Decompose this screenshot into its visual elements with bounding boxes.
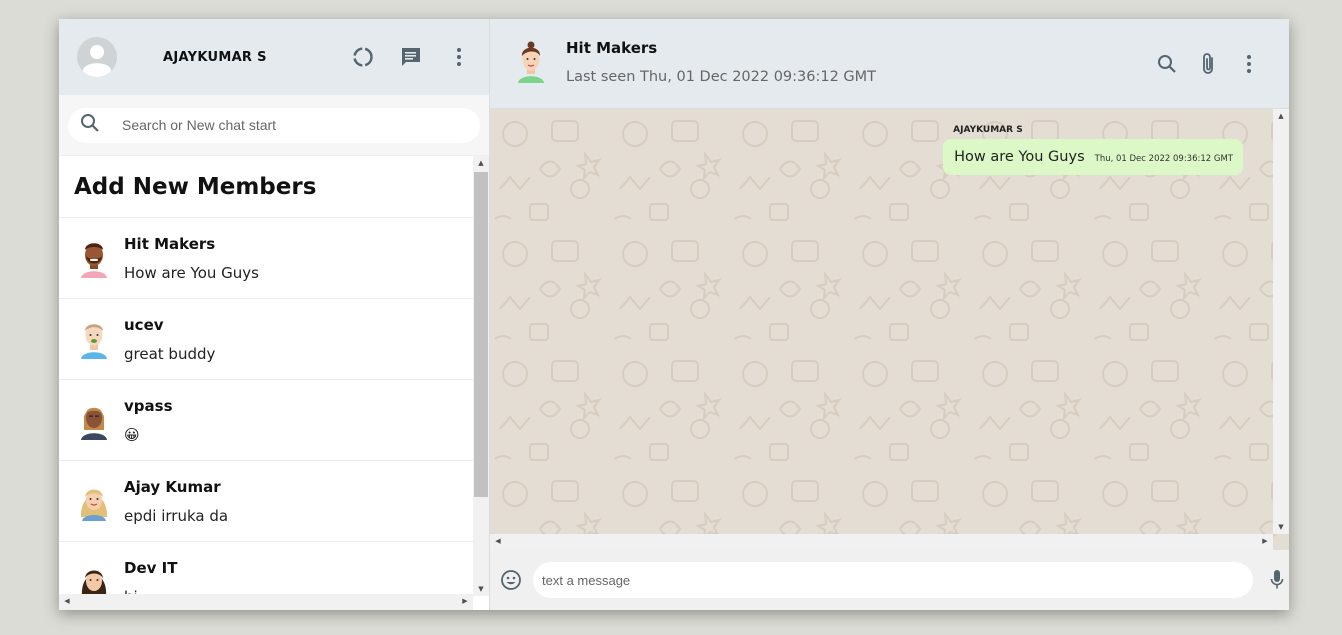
emoji-icon[interactable] [499,568,523,592]
scrollbar-thumb[interactable] [474,172,488,497]
message-timestamp: Thu, 01 Dec 2022 09:36:12 GMT [1094,154,1233,164]
avatar-woman-dark [76,395,112,445]
avatar-young-man [76,314,112,364]
avatar-woman-blonde [76,476,112,526]
chat-last-message: 😀 [124,426,140,444]
more-vert-icon[interactable] [1237,52,1261,76]
user-name: AJAYKUMAR S [163,49,267,65]
message-text: How are You Guys [954,149,1085,165]
chat-last-message: great buddy [124,345,216,363]
scroll-down-arrow-icon[interactable]: ▼ [1273,523,1289,531]
chat-name: vpass [124,397,173,415]
conversation-panel: Hit Makers Last seen Thu, 01 Dec 2022 09… [490,19,1289,610]
scroll-up-arrow-icon[interactable]: ▲ [473,159,489,167]
chat-name: ucev [124,316,164,334]
message-sender: AJAYKUMAR S [953,125,1023,135]
chat-list-item[interactable]: ucev great buddy [59,299,473,380]
search-box [68,107,480,143]
chat-list-item[interactable]: vpass 😀 [59,380,473,461]
scroll-down-arrow-icon[interactable]: ▼ [473,585,489,593]
message-input-box [533,562,1253,598]
chat-list-item[interactable]: Hit Makers How are You Guys [59,218,473,299]
chat-last-message: How are You Guys [124,264,259,282]
chat-list-vertical-scrollbar[interactable]: ▲ ▼ [473,156,489,596]
search-icon[interactable] [1155,52,1179,76]
chat-name: Dev IT [124,559,178,577]
avatar-bearded-man [76,233,112,283]
scroll-right-arrow-icon[interactable]: ▶ [457,597,473,605]
chat-list-horizontal-scrollbar[interactable]: ◀ ▶ [59,594,473,610]
chat-list: Add New Members Hit Makers How are You G… [59,155,489,610]
search-bar [59,95,489,155]
add-new-members-heading[interactable]: Add New Members [59,156,473,218]
scroll-left-arrow-icon[interactable]: ◀ [490,537,506,545]
contact-last-seen: Last seen Thu, 01 Dec 2022 09:36:12 GMT [566,68,877,85]
search-icon[interactable] [80,113,100,137]
outgoing-message: AJAYKUMAR S How are You Guys Thu, 01 Dec… [943,125,1243,175]
status-icon[interactable] [351,45,375,69]
chat-name: Ajay Kumar [124,478,221,496]
chat-list-item[interactable]: Ajay Kumar epdi irruka da [59,461,473,542]
sidebar-header: AJAYKUMAR S [59,19,489,95]
message-vertical-scrollbar[interactable]: ▲ ▼ [1273,109,1289,534]
chat-app-window: AJAYKUMAR S Add New Members [59,19,1289,610]
attach-icon[interactable] [1196,52,1220,76]
scroll-right-arrow-icon[interactable]: ▶ [1257,537,1273,545]
chat-name: Hit Makers [124,235,216,253]
conversation-header: Hit Makers Last seen Thu, 01 Dec 2022 09… [490,19,1289,109]
search-input[interactable] [122,117,442,133]
contact-name: Hit Makers [566,38,658,57]
message-area: AJAYKUMAR S How are You Guys Thu, 01 Dec… [490,109,1289,550]
message-bubble[interactable]: How are You Guys Thu, 01 Dec 2022 09:36:… [943,139,1243,175]
user-avatar-icon[interactable] [77,37,117,77]
microphone-icon[interactable] [1265,568,1289,592]
message-composer [490,550,1289,610]
message-horizontal-scrollbar[interactable]: ◀ ▶ [490,534,1273,550]
message-input[interactable] [542,572,1232,588]
doodle-wallpaper [490,109,1289,550]
scroll-up-arrow-icon[interactable]: ▲ [1273,112,1289,120]
contact-avatar[interactable] [514,40,548,84]
scroll-left-arrow-icon[interactable]: ◀ [59,597,75,605]
chat-last-message: epdi irruka da [124,507,229,525]
new-chat-icon[interactable] [399,45,423,69]
more-vert-icon[interactable] [447,45,471,69]
sidebar: AJAYKUMAR S Add New Members [59,19,490,610]
